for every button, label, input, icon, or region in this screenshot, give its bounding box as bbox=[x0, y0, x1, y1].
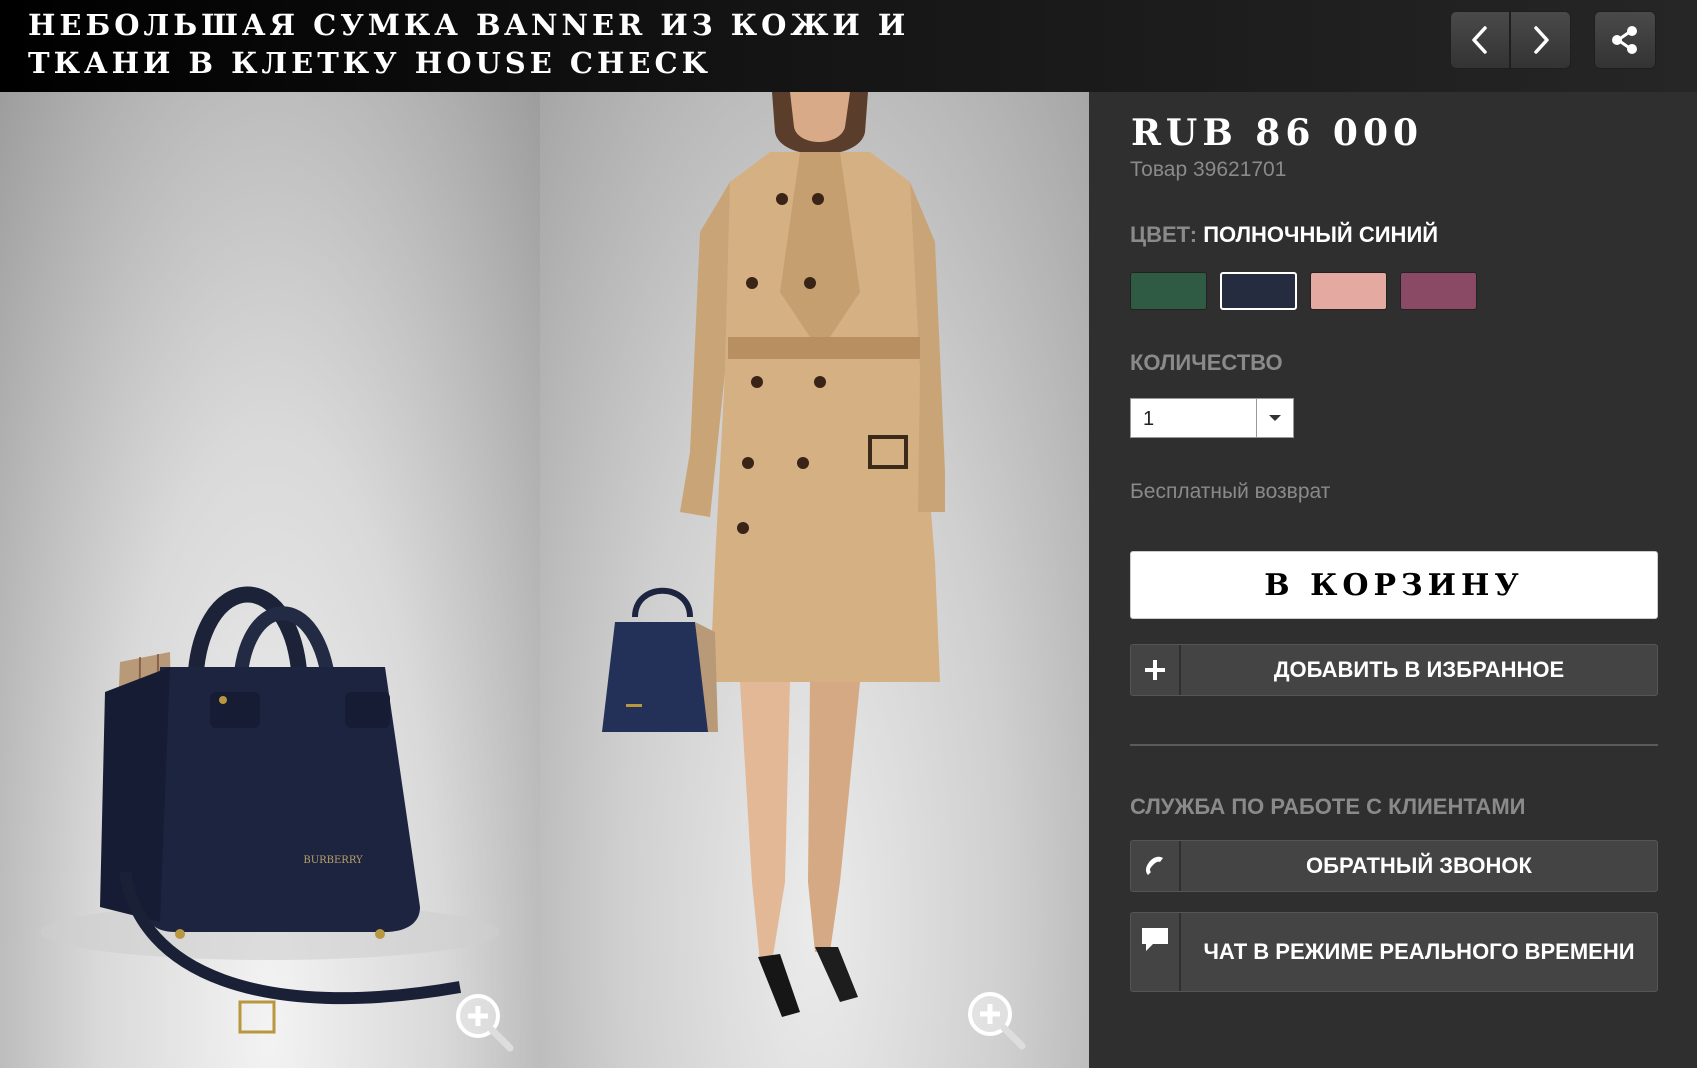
swatch-green[interactable] bbox=[1130, 272, 1207, 310]
returns-text: Бесплатный возврат bbox=[1130, 480, 1331, 503]
zoom-button[interactable] bbox=[964, 988, 1028, 1052]
swatch-plum[interactable] bbox=[1400, 272, 1477, 310]
live-chat-button[interactable]: ЧАТ В РЕЖИМЕ РЕАЛЬНОГО ВРЕМЕНИ bbox=[1130, 912, 1658, 992]
add-to-favorites-label: ДОБАВИТЬ В ИЗБРАННОЕ bbox=[1273, 657, 1565, 682]
customer-service-label: СЛУЖБА ПО РАБОТЕ С КЛИЕНТАМИ bbox=[1130, 794, 1526, 819]
add-to-cart-button[interactable]: В КОРЗИНУ bbox=[1130, 551, 1658, 619]
chevron-right-icon bbox=[1530, 25, 1552, 55]
chevron-left-icon bbox=[1469, 25, 1491, 55]
next-product-button[interactable] bbox=[1510, 11, 1571, 69]
bag-illustration: BURBERRY bbox=[40, 586, 500, 1034]
plus-icon bbox=[1131, 645, 1181, 695]
swatch-pink[interactable] bbox=[1310, 272, 1387, 310]
page-title: Небольшая сумка Banner из кожи и ткани в… bbox=[28, 8, 910, 80]
quantity-value: 1 bbox=[1143, 408, 1155, 430]
live-chat-label: ЧАТ В РЕЖИМЕ РЕАЛЬНОГО ВРЕМЕНИ bbox=[1203, 939, 1635, 964]
header-bar: Небольшая сумка Banner из кожи и ткани в… bbox=[0, 0, 1697, 92]
zoom-in-icon bbox=[452, 994, 516, 1058]
chat-bubble-icon bbox=[1131, 913, 1181, 991]
color-label: ЦВЕТ: bbox=[1130, 222, 1198, 247]
product-price: RUB 86 000 bbox=[1131, 112, 1424, 154]
zoom-in-icon bbox=[964, 992, 1028, 1056]
add-to-favorites-button[interactable]: ДОБАВИТЬ В ИЗБРАННОЕ bbox=[1130, 644, 1658, 696]
product-image-bag[interactable]: BURBERRY bbox=[0, 92, 540, 1068]
product-sku: Товар 39621701 bbox=[1130, 158, 1287, 181]
zoom-button[interactable] bbox=[452, 990, 516, 1054]
color-row: ЦВЕТ: ПОЛНОЧНЫЙ СИНИЙ bbox=[1130, 222, 1438, 248]
phone-icon bbox=[1131, 841, 1181, 891]
product-image-model[interactable] bbox=[540, 92, 1089, 1068]
quantity-select[interactable]: 1 bbox=[1130, 398, 1294, 438]
product-details-panel: RUB 86 000 Товар 39621701 ЦВЕТ: ПОЛНОЧНЫ… bbox=[1089, 92, 1697, 1068]
color-value: ПОЛНОЧНЫЙ СИНИЙ bbox=[1203, 222, 1439, 247]
chevron-down-icon[interactable] bbox=[1256, 399, 1293, 437]
divider bbox=[1130, 744, 1658, 746]
model-illustration bbox=[602, 92, 945, 1017]
bag-brand-mark: BURBERRY bbox=[303, 855, 363, 866]
swatch-midnight-blue[interactable] bbox=[1220, 272, 1297, 310]
callback-button[interactable]: ОБРАТНЫЙ ЗВОНОК bbox=[1130, 840, 1658, 892]
previous-product-button[interactable] bbox=[1450, 11, 1510, 69]
callback-label: ОБРАТНЫЙ ЗВОНОК bbox=[1306, 853, 1532, 878]
share-icon bbox=[1611, 25, 1639, 55]
quantity-label: КОЛИЧЕСТВО bbox=[1130, 350, 1283, 375]
share-button[interactable] bbox=[1594, 11, 1656, 69]
